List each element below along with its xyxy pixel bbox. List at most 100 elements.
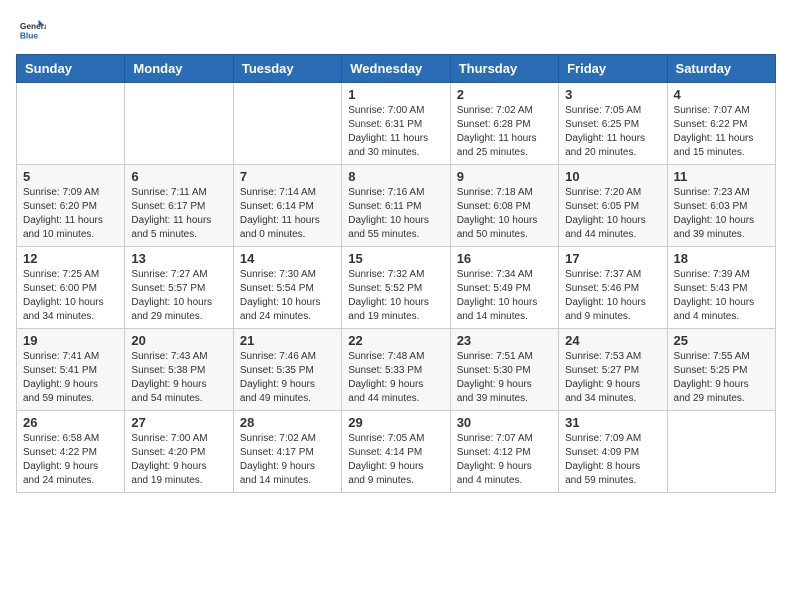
day-number: 15 [348, 251, 443, 266]
day-info: Sunrise: 7:39 AM Sunset: 5:43 PM Dayligh… [674, 268, 769, 324]
day-number: 8 [348, 169, 443, 184]
day-number: 12 [23, 251, 118, 266]
day-cell-20: 20 Sunrise: 7:43 AM Sunset: 5:38 PM Dayli… [125, 329, 233, 411]
day-number: 2 [457, 87, 552, 102]
day-info: Sunrise: 7:55 AM Sunset: 5:25 PM Dayligh… [674, 350, 769, 406]
day-cell-24: 24Sunrise: 7:53 AM Sunset: 5:27 PM Dayli… [559, 329, 667, 411]
day-number: 10 [565, 169, 660, 184]
weekday-header-wednesday: Wednesday [342, 55, 450, 83]
day-number: 26 [23, 415, 118, 430]
day-number: 3 [565, 87, 660, 102]
weekday-header-sunday: Sunday [17, 55, 125, 83]
day-cell-21: 21Sunrise: 7:46 AM Sunset: 5:35 PM Dayli… [233, 329, 341, 411]
day-number: 19 [23, 333, 118, 348]
day-cell-6: 6 Sunrise: 7:11 AM Sunset: 6:17 PM Daylig… [125, 165, 233, 247]
week-row-1: 1 Sunrise: 7:00 AM Sunset: 6:31 PM Daylig… [17, 83, 776, 165]
day-number: 18 [674, 251, 769, 266]
day-info: Sunrise: 7:18 AM Sunset: 6:08 PM Dayligh… [457, 186, 552, 242]
day-info: Sunrise: 7:16 AM Sunset: 6:11 PM Dayligh… [348, 186, 443, 242]
weekday-header-tuesday: Tuesday [233, 55, 341, 83]
day-info: Sunrise: 7:53 AM Sunset: 5:27 PM Dayligh… [565, 350, 660, 406]
weekday-header-saturday: Saturday [667, 55, 775, 83]
day-info: Sunrise: 7:43 AM Sunset: 5:38 PM Dayligh… [131, 350, 226, 406]
day-info: Sunrise: 7:41 AM Sunset: 5:41 PM Dayligh… [23, 350, 118, 406]
weekday-header-monday: Monday [125, 55, 233, 83]
day-number: 28 [240, 415, 335, 430]
day-cell-2: 2 Sunrise: 7:02 AM Sunset: 6:28 PM Daylig… [450, 83, 558, 165]
day-cell-7: 7 Sunrise: 7:14 AM Sunset: 6:14 PM Daylig… [233, 165, 341, 247]
day-number: 21 [240, 333, 335, 348]
page-header: General Blue [16, 16, 776, 44]
day-info: Sunrise: 7:23 AM Sunset: 6:03 PM Dayligh… [674, 186, 769, 242]
day-number: 27 [131, 415, 226, 430]
day-cell-17: 17 Sunrise: 7:37 AM Sunset: 5:46 PM Dayli… [559, 247, 667, 329]
day-number: 5 [23, 169, 118, 184]
day-cell-29: 29 Sunrise: 7:05 AM Sunset: 4:14 PM Dayli… [342, 411, 450, 493]
day-number: 9 [457, 169, 552, 184]
day-info: Sunrise: 7:02 AM Sunset: 4:17 PM Dayligh… [240, 432, 335, 488]
day-info: Sunrise: 7:11 AM Sunset: 6:17 PM Dayligh… [131, 186, 226, 242]
day-info: Sunrise: 7:51 AM Sunset: 5:30 PM Dayligh… [457, 350, 552, 406]
day-cell-3: 3 Sunrise: 7:05 AM Sunset: 6:25 PM Daylig… [559, 83, 667, 165]
day-cell-26: 26 Sunrise: 6:58 AM Sunset: 4:22 PM Dayli… [17, 411, 125, 493]
day-info: Sunrise: 7:00 AM Sunset: 4:20 PM Dayligh… [131, 432, 226, 488]
day-number: 29 [348, 415, 443, 430]
week-row-5: 26 Sunrise: 6:58 AM Sunset: 4:22 PM Dayli… [17, 411, 776, 493]
day-info: Sunrise: 7:32 AM Sunset: 5:52 PM Dayligh… [348, 268, 443, 324]
empty-cell [233, 83, 341, 165]
day-number: 31 [565, 415, 660, 430]
day-info: Sunrise: 7:05 AM Sunset: 6:25 PM Dayligh… [565, 104, 660, 160]
day-cell-15: 15 Sunrise: 7:32 AM Sunset: 5:52 PM Dayli… [342, 247, 450, 329]
week-row-4: 19 Sunrise: 7:41 AM Sunset: 5:41 PM Dayli… [17, 329, 776, 411]
day-cell-23: 23Sunrise: 7:51 AM Sunset: 5:30 PM Dayli… [450, 329, 558, 411]
logo: General Blue [16, 16, 46, 44]
week-row-2: 5Sunrise: 7:09 AM Sunset: 6:20 PM Daylig… [17, 165, 776, 247]
day-info: Sunrise: 7:37 AM Sunset: 5:46 PM Dayligh… [565, 268, 660, 324]
day-cell-12: 12Sunrise: 7:25 AM Sunset: 6:00 PM Dayli… [17, 247, 125, 329]
day-cell-8: 8 Sunrise: 7:16 AM Sunset: 6:11 PM Daylig… [342, 165, 450, 247]
day-info: Sunrise: 7:02 AM Sunset: 6:28 PM Dayligh… [457, 104, 552, 160]
day-info: Sunrise: 7:48 AM Sunset: 5:33 PM Dayligh… [348, 350, 443, 406]
day-number: 14 [240, 251, 335, 266]
day-cell-27: 27 Sunrise: 7:00 AM Sunset: 4:20 PM Dayli… [125, 411, 233, 493]
day-info: Sunrise: 7:05 AM Sunset: 4:14 PM Dayligh… [348, 432, 443, 488]
day-number: 1 [348, 87, 443, 102]
day-cell-1: 1 Sunrise: 7:00 AM Sunset: 6:31 PM Daylig… [342, 83, 450, 165]
day-cell-5: 5Sunrise: 7:09 AM Sunset: 6:20 PM Daylig… [17, 165, 125, 247]
day-number: 16 [457, 251, 552, 266]
day-info: Sunrise: 7:09 AM Sunset: 4:09 PM Dayligh… [565, 432, 660, 488]
day-number: 25 [674, 333, 769, 348]
day-cell-16: 16Sunrise: 7:34 AM Sunset: 5:49 PM Dayli… [450, 247, 558, 329]
day-cell-19: 19 Sunrise: 7:41 AM Sunset: 5:41 PM Dayli… [17, 329, 125, 411]
day-info: Sunrise: 7:30 AM Sunset: 5:54 PM Dayligh… [240, 268, 335, 324]
day-cell-13: 13Sunrise: 7:27 AM Sunset: 5:57 PM Dayli… [125, 247, 233, 329]
day-cell-30: 30 Sunrise: 7:07 AM Sunset: 4:12 PM Dayli… [450, 411, 558, 493]
empty-cell [125, 83, 233, 165]
day-info: Sunrise: 7:07 AM Sunset: 4:12 PM Dayligh… [457, 432, 552, 488]
day-info: Sunrise: 7:14 AM Sunset: 6:14 PM Dayligh… [240, 186, 335, 242]
day-info: Sunrise: 7:07 AM Sunset: 6:22 PM Dayligh… [674, 104, 769, 160]
empty-cell [17, 83, 125, 165]
day-cell-10: 10 Sunrise: 7:20 AM Sunset: 6:05 PM Dayli… [559, 165, 667, 247]
day-number: 11 [674, 169, 769, 184]
day-cell-25: 25 Sunrise: 7:55 AM Sunset: 5:25 PM Dayli… [667, 329, 775, 411]
day-number: 22 [348, 333, 443, 348]
day-info: Sunrise: 7:20 AM Sunset: 6:05 PM Dayligh… [565, 186, 660, 242]
day-number: 20 [131, 333, 226, 348]
day-cell-22: 22 Sunrise: 7:48 AM Sunset: 5:33 PM Dayli… [342, 329, 450, 411]
day-info: Sunrise: 7:00 AM Sunset: 6:31 PM Dayligh… [348, 104, 443, 160]
day-number: 4 [674, 87, 769, 102]
calendar-table: SundayMondayTuesdayWednesdayThursdayFrid… [16, 54, 776, 493]
day-number: 7 [240, 169, 335, 184]
day-cell-4: 4 Sunrise: 7:07 AM Sunset: 6:22 PM Daylig… [667, 83, 775, 165]
logo-icon: General Blue [18, 16, 46, 44]
empty-cell [667, 411, 775, 493]
week-row-3: 12Sunrise: 7:25 AM Sunset: 6:00 PM Dayli… [17, 247, 776, 329]
day-cell-11: 11 Sunrise: 7:23 AM Sunset: 6:03 PM Dayli… [667, 165, 775, 247]
day-number: 6 [131, 169, 226, 184]
day-number: 17 [565, 251, 660, 266]
day-cell-9: 9 Sunrise: 7:18 AM Sunset: 6:08 PM Daylig… [450, 165, 558, 247]
day-number: 30 [457, 415, 552, 430]
day-cell-31: 31 Sunrise: 7:09 AM Sunset: 4:09 PM Dayli… [559, 411, 667, 493]
day-info: Sunrise: 6:58 AM Sunset: 4:22 PM Dayligh… [23, 432, 118, 488]
